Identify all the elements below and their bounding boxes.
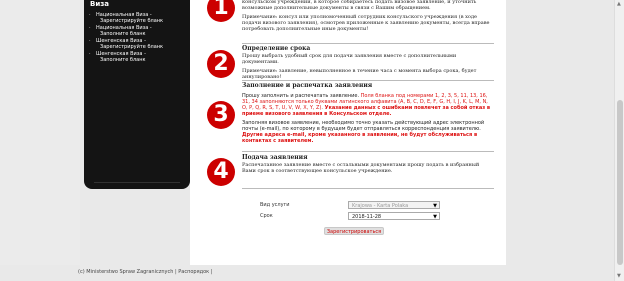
step-3-paragraph-2: Заполняя визовое заявление, необходимо т…: [242, 120, 492, 144]
bullet: ·: [89, 51, 91, 57]
register-button[interactable]: Зарегистрироваться: [324, 227, 384, 235]
chevron-down-icon: ▼: [433, 203, 437, 209]
date-label: Срок: [260, 213, 273, 219]
step-2-note: Примечание: заявление, невыполненное в т…: [242, 68, 477, 80]
date-select[interactable]: 2018-11-28 ▼: [348, 212, 440, 220]
page: Виза · Национальная Виза - Зарегистрируй…: [0, 0, 624, 281]
sidebar-item-label: Зарегистрируйте бланк: [100, 44, 164, 50]
scroll-up-icon[interactable]: ▲: [617, 1, 621, 7]
left-background: [0, 0, 80, 265]
step-1-note: Примечание: консул или уполномоченный со…: [242, 14, 490, 32]
step-3-heading: Заполнение и распечатка заявления: [242, 82, 373, 89]
main-content: 1 консульском учреждении, в которое соби…: [190, 0, 506, 265]
step-3-badge: 3: [207, 101, 235, 129]
bullet: ·: [89, 38, 91, 44]
step-4-badge: 4: [207, 158, 235, 186]
sidebar: Виза · Национальная Виза - Зарегистрируй…: [84, 0, 190, 189]
step-3-email-text: Заполняя визовое заявление, необходимо т…: [242, 120, 485, 132]
bullet: ·: [89, 12, 91, 18]
divider: [242, 43, 494, 44]
divider: [242, 80, 494, 81]
step-1-text: консульском учреждении, в которое собира…: [242, 0, 477, 11]
scroll-down-icon[interactable]: ▼: [617, 273, 621, 279]
chevron-down-icon: ▼: [433, 214, 437, 220]
step-3-email-warning: Другие адреса e-mail, кроме указанного в…: [242, 132, 478, 144]
divider: [242, 188, 494, 189]
sidebar-item-national-register[interactable]: · Национальная Виза - Зарегистрируйте бл…: [89, 12, 164, 24]
sidebar-item-schengen-fill[interactable]: · Шенгенская Виза - Заполните бланк: [89, 51, 146, 63]
sidebar-divider: [94, 172, 180, 183]
step-2-badge: 2: [207, 50, 235, 78]
service-label: Вид услуги: [260, 202, 290, 208]
sidebar-item-label: Заполните бланк: [100, 31, 146, 37]
sidebar-item-label: Заполните бланк: [100, 57, 146, 63]
sidebar-item-schengen-register[interactable]: · Шенгенская Виза - Зарегистрируйте блан…: [89, 38, 164, 50]
step-4-heading: Подача заявления: [242, 154, 308, 161]
divider: [242, 151, 494, 152]
step-3-section: Заполнение и распечатка заявления Прошу …: [242, 83, 492, 147]
service-value: Krajowa - Karta Polaka: [352, 203, 409, 209]
sidebar-item-national-fill[interactable]: · Национальная Виза - Заполните бланк: [89, 25, 152, 37]
date-value: 2018-11-28: [352, 214, 382, 220]
step-2-section: Определение срока Прошу выбрать удобный …: [242, 46, 492, 83]
vertical-scrollbar[interactable]: ▲ ▼: [614, 0, 624, 281]
step-2-heading: Определение срока: [242, 45, 311, 52]
sidebar-item-label: Зарегистрируйте бланк: [100, 18, 164, 24]
step-4-text: Распечатанное заявление вместе с остальн…: [242, 162, 480, 174]
step-4-section: Подача заявления Распечатанное заявление…: [242, 155, 492, 177]
step-1-section: консульском учреждении, в которое собира…: [242, 0, 492, 35]
step-2-text: Прошу выбрать удобный срок для подачи за…: [242, 53, 457, 65]
service-select[interactable]: Krajowa - Karta Polaka ▼: [348, 201, 440, 209]
step-3-paragraph-1: Прошу заполнить и распечатать заявление.…: [242, 93, 492, 117]
bullet: ·: [89, 25, 91, 31]
footer: (c) Ministerstwo Spraw Zagranicznych | Р…: [0, 265, 624, 281]
scrollbar-thumb[interactable]: [617, 100, 623, 265]
footer-text: (c) Ministerstwo Spraw Zagranicznych | Р…: [78, 269, 213, 275]
step-1-badge: 1: [207, 0, 235, 22]
sidebar-title: Виза: [90, 0, 110, 8]
